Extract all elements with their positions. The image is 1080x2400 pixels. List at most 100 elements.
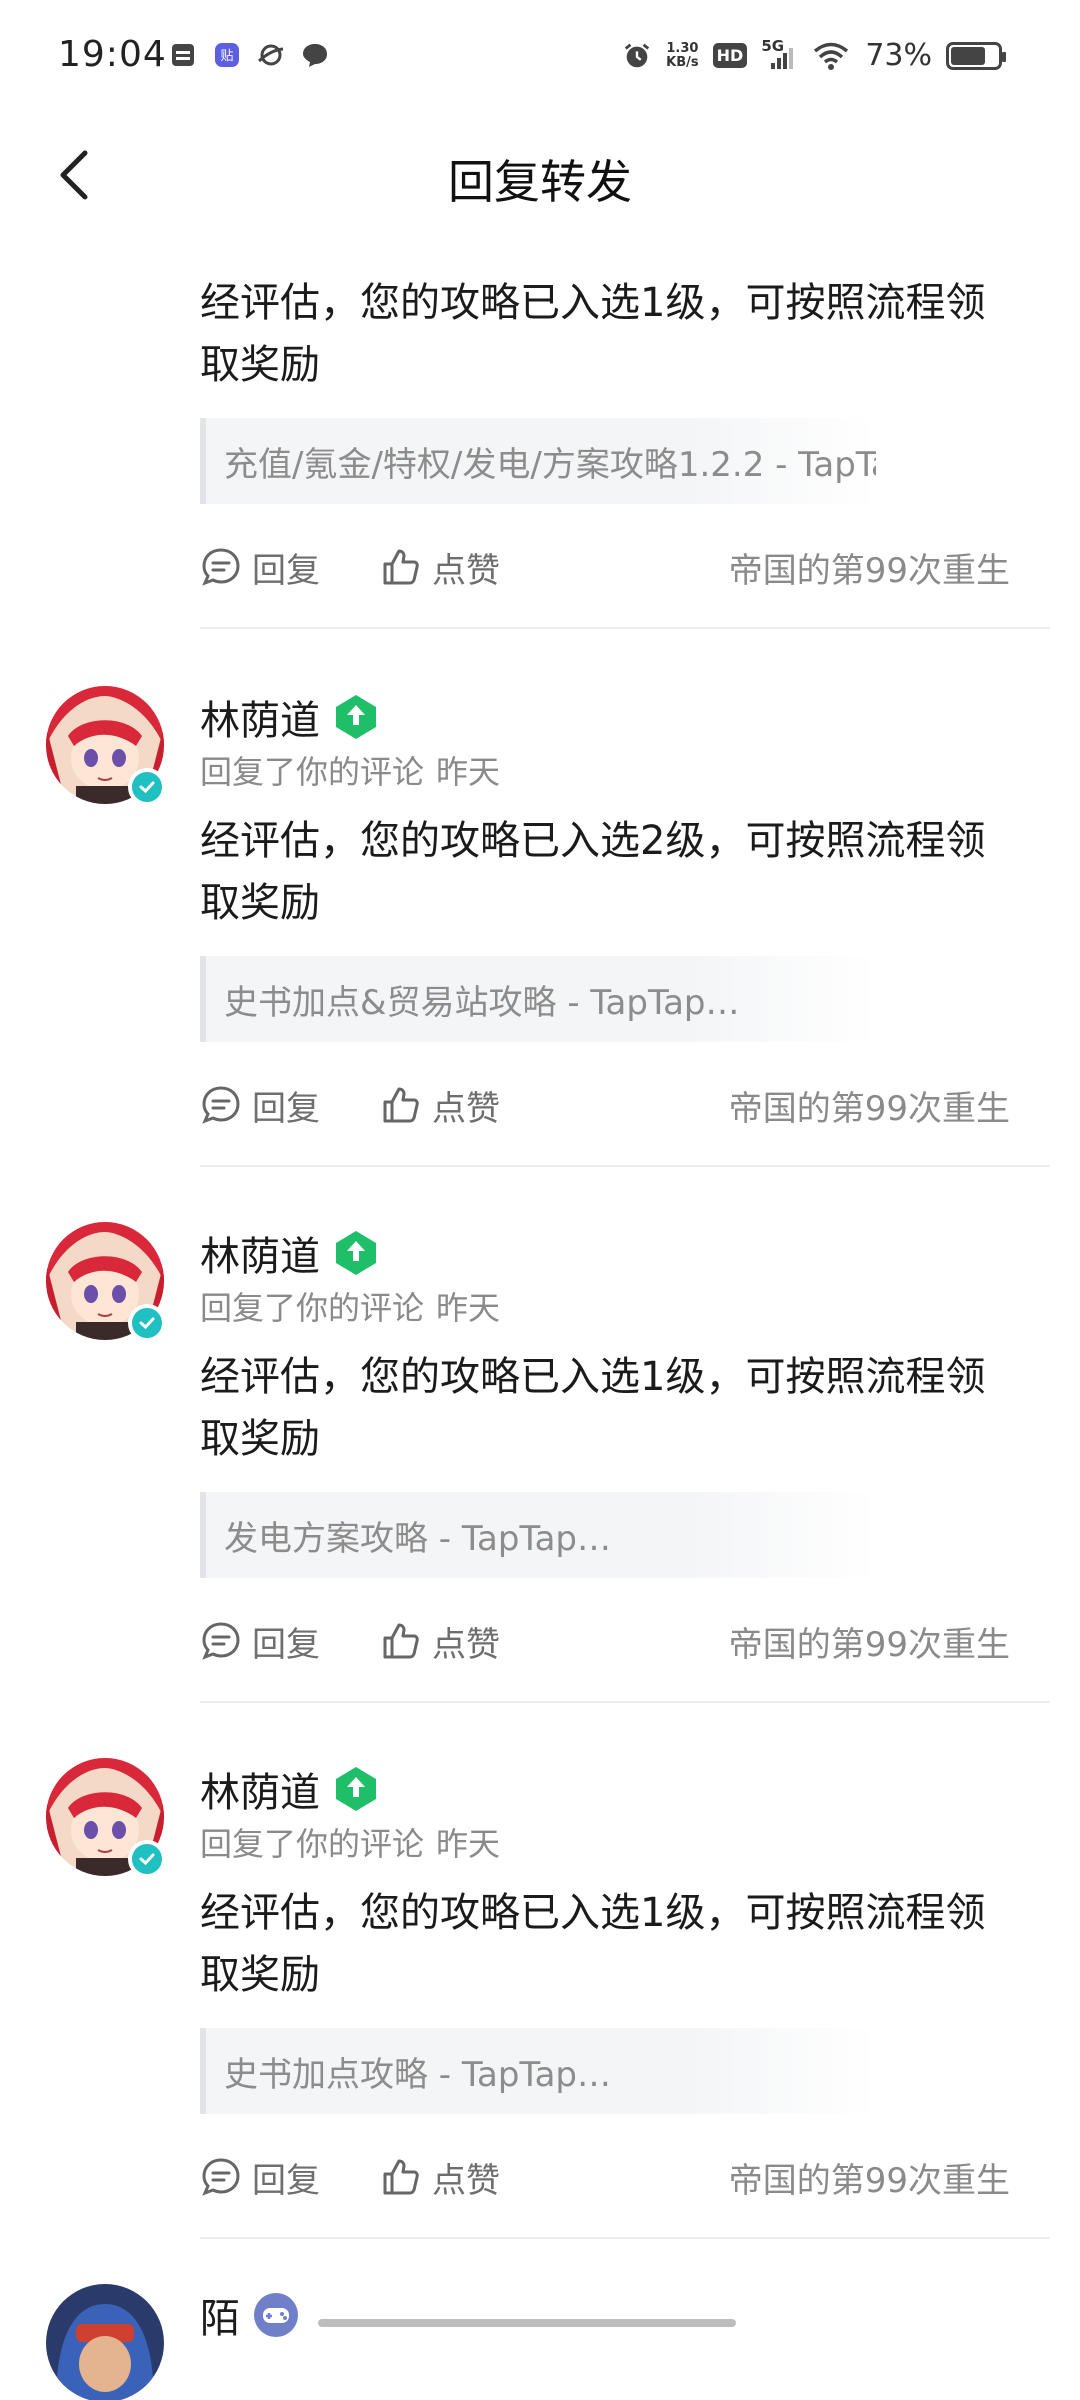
notification-item: 林荫道 回复了你的评论 昨天 经评估，您的攻略已入选1级，可按照流程领取奖励 史书… — [0, 1702, 1080, 2252]
sim-card-icon — [168, 40, 198, 70]
quoted-post[interactable]: 史书加点&贸易站攻略 - TapTap… — [200, 956, 876, 1042]
notification-item: 经评估，您的攻略已入选1级，可按照流程领取奖励 充值/氪金/特权/发电/方案攻略… — [0, 230, 1080, 630]
reply-button[interactable]: 回复 — [200, 2153, 320, 2202]
speed-unit: KB/s — [666, 54, 699, 70]
source-game[interactable]: 帝国的第99次重生 — [729, 543, 1010, 592]
action-bar: 回复 点赞 帝国的第99次重生 — [200, 1611, 1010, 1671]
reply-content: 经评估，您的攻略已入选1级，可按照流程领取奖励 — [200, 280, 986, 388]
reply-content: 经评估，您的攻略已入选1级，可按照流程领取奖励 — [200, 1354, 986, 1462]
gamepad-badge-icon — [252, 2291, 300, 2339]
action-bar: 回复 点赞 帝国的第99次重生 — [200, 1075, 1010, 1135]
page-title: 回复转发 — [448, 155, 632, 209]
reply-label: 回复 — [252, 550, 320, 591]
reply-button[interactable]: 回复 — [200, 1081, 320, 1130]
svg-text:贴: 贴 — [220, 49, 233, 64]
like-button[interactable]: 点赞 — [380, 543, 500, 592]
speed-value: 1.30 — [666, 40, 699, 56]
avatar[interactable] — [46, 686, 166, 806]
planet-icon — [256, 40, 286, 70]
thumbs-up-icon — [380, 1084, 422, 1126]
hd-icon: HD — [712, 43, 748, 68]
reply-label: 回复 — [252, 1624, 320, 1665]
source-game[interactable]: 帝国的第99次重生 — [729, 2153, 1010, 2202]
status-notification-icons: 贴 — [168, 40, 330, 70]
reply-label: 回复 — [252, 1088, 320, 1129]
like-label: 点赞 — [432, 1624, 500, 1665]
reply-time: 昨天 — [436, 753, 501, 791]
username-row: 林荫道 — [200, 1760, 380, 1818]
quoted-post-title: 史书加点攻略 - TapTap… — [224, 2054, 611, 2095]
level-badge-icon — [332, 693, 380, 741]
comment-icon — [200, 1084, 242, 1126]
username[interactable]: 林荫道 — [200, 1224, 320, 1282]
wifi-icon — [811, 41, 851, 71]
comment-icon — [200, 546, 242, 588]
reply-content: 经评估，您的攻略已入选2级，可按照流程领取奖励 — [200, 818, 986, 926]
like-label: 点赞 — [432, 1088, 500, 1129]
battery-level — [951, 46, 985, 65]
source-game[interactable]: 帝国的第99次重生 — [729, 1081, 1010, 1130]
avatar[interactable] — [46, 1222, 166, 1342]
comment-icon — [200, 2156, 242, 2198]
reply-action-text: 回复了你的评论 — [200, 1825, 425, 1863]
action-bar: 回复 点赞 帝国的第99次重生 — [200, 2147, 1010, 2207]
signal-5g-icon: 5G — [761, 37, 797, 71]
avatar[interactable] — [46, 1758, 166, 1878]
reply-meta: 回复了你的评论 昨天 — [200, 747, 500, 793]
quoted-post[interactable]: 发电方案攻略 - TapTap… — [200, 1492, 876, 1578]
chat-bubble-icon — [300, 40, 330, 70]
reply-label: 回复 — [252, 2160, 320, 2201]
alarm-icon — [622, 41, 652, 71]
battery-icon — [946, 41, 1006, 70]
username-row: 林荫道 — [200, 1224, 380, 1282]
action-bar: 回复 点赞 帝国的第99次重生 — [200, 537, 1010, 597]
verified-badge-icon — [128, 1840, 166, 1878]
home-indicator[interactable] — [318, 2319, 736, 2327]
quoted-post-title: 充值/氪金/特权/发电/方案攻略1.2.2 - TapTa… — [224, 444, 876, 485]
avatar-image — [46, 2284, 164, 2400]
reply-action-text: 回复了你的评论 — [200, 753, 425, 791]
like-button[interactable]: 点赞 — [380, 1081, 500, 1130]
username[interactable]: 林荫道 — [200, 1760, 320, 1818]
battery-percent: 73% — [865, 38, 932, 73]
thumbs-up-icon — [380, 546, 422, 588]
verified-badge-icon — [128, 1304, 166, 1342]
verified-badge-icon — [128, 768, 166, 806]
reply-action-text: 回复了你的评论 — [200, 1289, 425, 1327]
quoted-post[interactable]: 史书加点攻略 - TapTap… — [200, 2028, 876, 2114]
status-system-icons: 1.30 KB/s HD 5G 73% — [622, 37, 1006, 73]
header: 回复转发 — [0, 120, 1080, 230]
reply-meta: 回复了你的评论 昨天 — [200, 1283, 500, 1329]
reply-time: 昨天 — [436, 1289, 501, 1327]
reply-button[interactable]: 回复 — [200, 1617, 320, 1666]
notification-item: 林荫道 回复了你的评论 昨天 经评估，您的攻略已入选2级，可按照流程领取奖励 史书… — [0, 630, 1080, 1180]
username-row: 林荫道 — [200, 688, 380, 746]
level-badge-icon — [332, 1765, 380, 1813]
quoted-post-title: 史书加点&贸易站攻略 - TapTap… — [224, 982, 740, 1023]
status-time: 19:04 — [58, 34, 167, 75]
like-button[interactable]: 点赞 — [380, 2153, 500, 2202]
reply-time: 昨天 — [436, 1825, 501, 1863]
username[interactable]: 陌 — [200, 2286, 240, 2344]
source-game[interactable]: 帝国的第99次重生 — [729, 1617, 1010, 1666]
tieba-icon: 贴 — [212, 40, 242, 70]
username[interactable]: 林荫道 — [200, 688, 320, 746]
quoted-post[interactable]: 充值/氪金/特权/发电/方案攻略1.2.2 - TapTa… — [200, 418, 876, 504]
avatar[interactable] — [46, 2284, 164, 2400]
like-label: 点赞 — [432, 2160, 500, 2201]
like-button[interactable]: 点赞 — [380, 1617, 500, 1666]
comment-icon — [200, 1620, 242, 1662]
level-badge-icon — [332, 1229, 380, 1277]
reply-button[interactable]: 回复 — [200, 543, 320, 592]
status-bar: 19:04 贴 1.30 KB/s HD 5G 73% — [0, 0, 1080, 120]
username-row: 陌 — [200, 2286, 300, 2344]
notification-item: 林荫道 回复了你的评论 昨天 经评估，您的攻略已入选1级，可按照流程领取奖励 发电… — [0, 1166, 1080, 1716]
thumbs-up-icon — [380, 1620, 422, 1662]
reply-meta: 回复了你的评论 昨天 — [200, 1819, 500, 1865]
reply-content: 经评估，您的攻略已入选1级，可按照流程领取奖励 — [200, 1890, 986, 1998]
like-label: 点赞 — [432, 550, 500, 591]
item-divider — [200, 627, 1050, 629]
quoted-post-title: 发电方案攻略 - TapTap… — [224, 1518, 611, 1559]
network-speed: 1.30 KB/s — [666, 40, 699, 70]
thumbs-up-icon — [380, 2156, 422, 2198]
